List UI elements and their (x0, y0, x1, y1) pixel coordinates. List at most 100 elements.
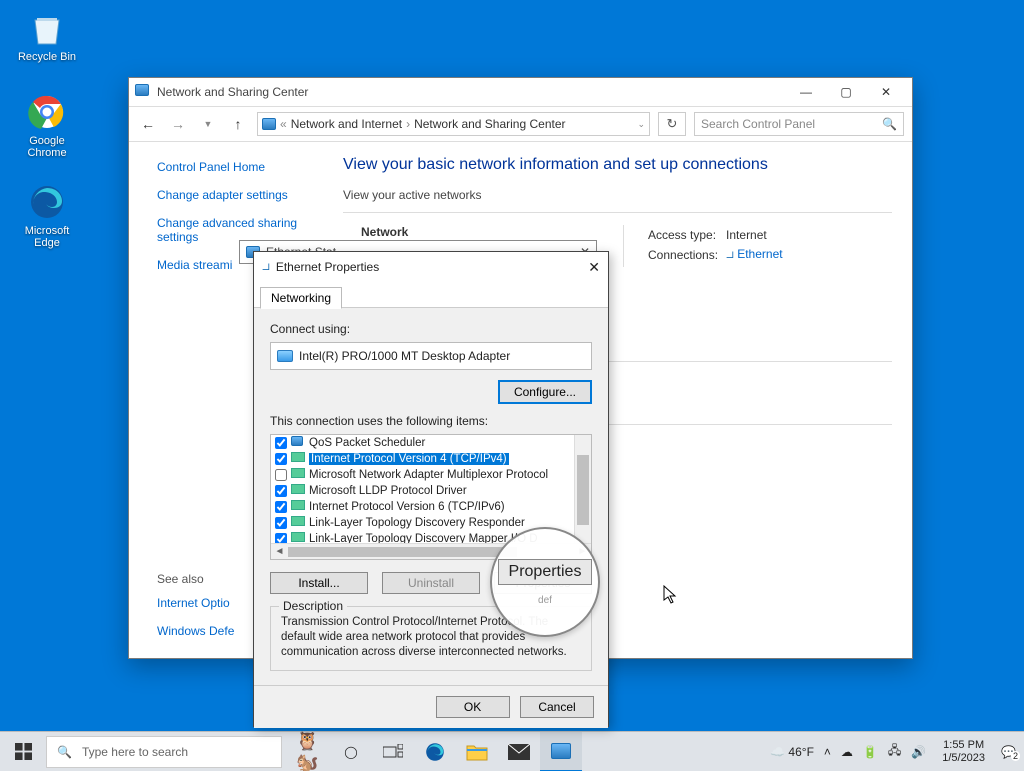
system-tray: ☁️ 46°F ˄ ☁ 🔋 🖧 🔊 1:55 PM 1/5/2023 💬2 (770, 739, 1024, 763)
clock-date: 1/5/2023 (942, 752, 985, 764)
nav-forward-button[interactable]: → (167, 113, 189, 135)
dialog-footer: OK Cancel (254, 685, 608, 728)
desktop-icon-label: Google Chrome (12, 135, 82, 159)
tray-network-icon[interactable]: 🖧 (888, 741, 901, 762)
close-button[interactable]: ✕ (588, 259, 600, 276)
connections-label: Connections: (648, 245, 724, 265)
adapter-name: Intel(R) PRO/1000 MT Desktop Adapter (299, 349, 510, 363)
search-placeholder: Search Control Panel (701, 117, 815, 131)
list-item[interactable]: Link-Layer Topology Discovery Responder (271, 515, 591, 531)
item-checkbox[interactable] (275, 501, 287, 513)
nav-bar: ← → ▼ ↑ « Network and Internet › Network… (129, 106, 912, 142)
taskbar-app-explorer[interactable] (456, 732, 498, 771)
nic-icon (277, 350, 293, 362)
sidebar-link-adapter-settings[interactable]: Change adapter settings (157, 188, 321, 202)
list-item[interactable]: Microsoft LLDP Protocol Driver (271, 483, 591, 499)
chrome-icon (27, 92, 67, 132)
item-label: Link-Layer Topology Discovery Responder (309, 517, 525, 529)
description-text: Transmission Control Protocol/Internet P… (281, 615, 581, 660)
items-label: This connection uses the following items… (270, 414, 592, 428)
tray-battery-icon[interactable]: 🔋 (863, 745, 878, 759)
dialog-titlebar[interactable]: ⯾ Ethernet Properties ✕ (254, 252, 608, 282)
edge-icon (27, 182, 67, 222)
search-placeholder: Type here to search (82, 745, 188, 759)
refresh-button[interactable]: ↻ (658, 112, 686, 136)
protocol-icon (291, 484, 305, 498)
close-button[interactable]: ✕ (866, 78, 906, 106)
tray-onedrive-icon[interactable]: ☁ (841, 745, 853, 759)
window-title: Network and Sharing Center (157, 85, 308, 99)
tray-volume-icon[interactable]: 🔊 (911, 745, 926, 759)
access-type-value: Internet (726, 227, 789, 243)
connection-link[interactable]: Ethernet (737, 247, 782, 261)
taskbar-app-edge[interactable] (414, 732, 456, 771)
address-bar[interactable]: « Network and Internet › Network and Sha… (257, 112, 650, 136)
adapter-field[interactable]: Intel(R) PRO/1000 MT Desktop Adapter (270, 342, 592, 370)
list-item[interactable]: Microsoft Network Adapter Multiplexor Pr… (271, 467, 591, 483)
taskbar-search[interactable]: 🔍 Type here to search (46, 736, 282, 768)
description-group: Description Transmission Control Protoco… (270, 606, 592, 671)
desktop-icon-edge[interactable]: Microsoft Edge (12, 182, 82, 249)
taskbar-app-control-panel[interactable] (540, 732, 582, 771)
nav-recent-button[interactable]: ▼ (197, 113, 219, 135)
description-label: Description (279, 599, 347, 613)
desktop-icon-recycle-bin[interactable]: Recycle Bin (12, 8, 82, 63)
protocol-icon (291, 516, 305, 530)
item-checkbox[interactable] (275, 469, 287, 481)
items-listbox[interactable]: QoS Packet Scheduler Internet Protocol Ve… (270, 434, 592, 560)
ethernet-properties-dialog: ⯾ Ethernet Properties ✕ Networking Conne… (253, 251, 609, 727)
nav-up-button[interactable]: ↑ (227, 113, 249, 135)
desktop-icon-chrome[interactable]: Google Chrome (12, 92, 82, 159)
scroll-thumb[interactable] (577, 455, 589, 525)
search-box[interactable]: Search Control Panel 🔍 (694, 112, 904, 136)
control-panel-home-link[interactable]: Control Panel Home (157, 160, 321, 174)
ok-button[interactable]: OK (436, 696, 510, 718)
properties-button[interactable]: Properties (494, 572, 592, 594)
connect-using-label: Connect using: (270, 322, 592, 336)
taskbar-app-mail[interactable] (498, 732, 540, 771)
configure-button[interactable]: Configure... (498, 380, 592, 404)
taskbar-taskview[interactable] (372, 732, 414, 771)
uninstall-button: Uninstall (382, 572, 480, 594)
taskbar-clock[interactable]: 1:55 PM 1/5/2023 (936, 739, 991, 763)
tab-networking[interactable]: Networking (260, 287, 342, 309)
access-type-label: Access type: (648, 227, 724, 243)
recycle-bin-icon (27, 8, 67, 48)
scheduler-icon (291, 436, 305, 450)
tray-overflow-icon[interactable]: ˄ (824, 745, 831, 759)
list-item[interactable]: QoS Packet Scheduler (271, 435, 591, 451)
minimize-button[interactable]: — (786, 78, 826, 106)
taskbar-app-news[interactable]: 🦉🐿️ (288, 732, 330, 771)
vertical-scrollbar[interactable] (574, 435, 591, 545)
cancel-button[interactable]: Cancel (520, 696, 594, 718)
scroll-right-button[interactable]: ► (574, 546, 591, 557)
list-item[interactable]: Internet Protocol Version 6 (TCP/IPv6) (271, 499, 591, 515)
horizontal-scrollbar[interactable]: ◄ ► (271, 543, 591, 559)
desktop-icon-label: Recycle Bin (12, 51, 82, 63)
item-label: QoS Packet Scheduler (309, 437, 425, 449)
maximize-button[interactable]: ▢ (826, 78, 866, 106)
item-label: Microsoft Network Adapter Multiplexor Pr… (309, 469, 548, 481)
taskbar: 🔍 Type here to search 🦉🐿️ ◯ ☁️ 46°F ˄ ☁ … (0, 731, 1024, 771)
item-checkbox[interactable] (275, 453, 287, 465)
install-button[interactable]: Install... (270, 572, 368, 594)
search-icon: 🔍 (882, 117, 897, 131)
nav-back-button[interactable]: ← (137, 113, 159, 135)
window-titlebar[interactable]: Network and Sharing Center — ▢ ✕ (129, 78, 912, 106)
item-checkbox[interactable] (275, 485, 287, 497)
item-checkbox[interactable] (275, 517, 287, 529)
weather-widget[interactable]: ☁️ 46°F (770, 745, 814, 759)
start-button[interactable] (0, 732, 46, 771)
breadcrumb-item[interactable]: Network and Sharing Center (414, 117, 565, 131)
breadcrumb-item[interactable]: Network and Internet (291, 117, 402, 131)
desktop-icon-label: Microsoft Edge (12, 225, 82, 249)
notifications-button[interactable]: 💬2 (1001, 745, 1016, 759)
taskbar-cortana[interactable]: ◯ (330, 732, 372, 771)
item-checkbox[interactable] (275, 437, 287, 449)
scroll-left-button[interactable]: ◄ (271, 546, 288, 557)
item-label: Internet Protocol Version 6 (TCP/IPv6) (309, 501, 505, 513)
list-item[interactable]: Internet Protocol Version 4 (TCP/IPv4) (271, 451, 591, 467)
search-icon: 🔍 (57, 745, 72, 759)
scroll-thumb[interactable] (288, 547, 517, 557)
chevron-down-icon[interactable]: ⌄ (637, 119, 645, 130)
